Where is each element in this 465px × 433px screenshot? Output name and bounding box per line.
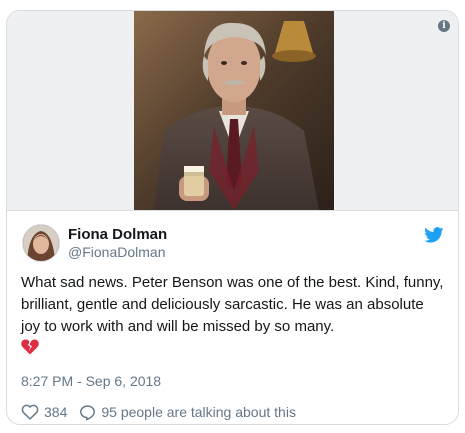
broken-heart-icon	[21, 339, 39, 355]
tweet-photo[interactable]	[134, 11, 334, 210]
tweet-media[interactable]: i	[7, 11, 458, 211]
talking-about-text: 95 people are talking about this	[101, 404, 296, 420]
heart-outline-icon	[21, 404, 39, 420]
tweet-timestamp[interactable]: 8:27 PM - Sep 6, 2018	[21, 373, 161, 389]
twitter-bird-icon[interactable]	[424, 227, 444, 243]
like-count: 384	[44, 404, 68, 420]
avatar[interactable]	[22, 224, 60, 262]
tweet-actions: 384 95 people are talking about this	[21, 402, 296, 422]
author-name[interactable]: Fiona Dolman	[68, 226, 167, 243]
conversation-link[interactable]: 95 people are talking about this	[79, 404, 296, 421]
embedded-tweet-card: i Fiona Dolman @FionaDolman What sad new…	[6, 10, 459, 425]
author-avatar-image	[23, 225, 59, 261]
portrait-photo-image	[134, 11, 334, 210]
like-button[interactable]: 384	[21, 404, 67, 420]
speech-bubble-icon	[80, 404, 96, 421]
author-handle[interactable]: @FionaDolman	[68, 244, 165, 260]
info-icon[interactable]: i	[438, 20, 450, 32]
tweet-text: What sad news. Peter Benson was one of t…	[21, 272, 446, 360]
tweet-text-body: What sad news. Peter Benson was one of t…	[21, 274, 444, 335]
